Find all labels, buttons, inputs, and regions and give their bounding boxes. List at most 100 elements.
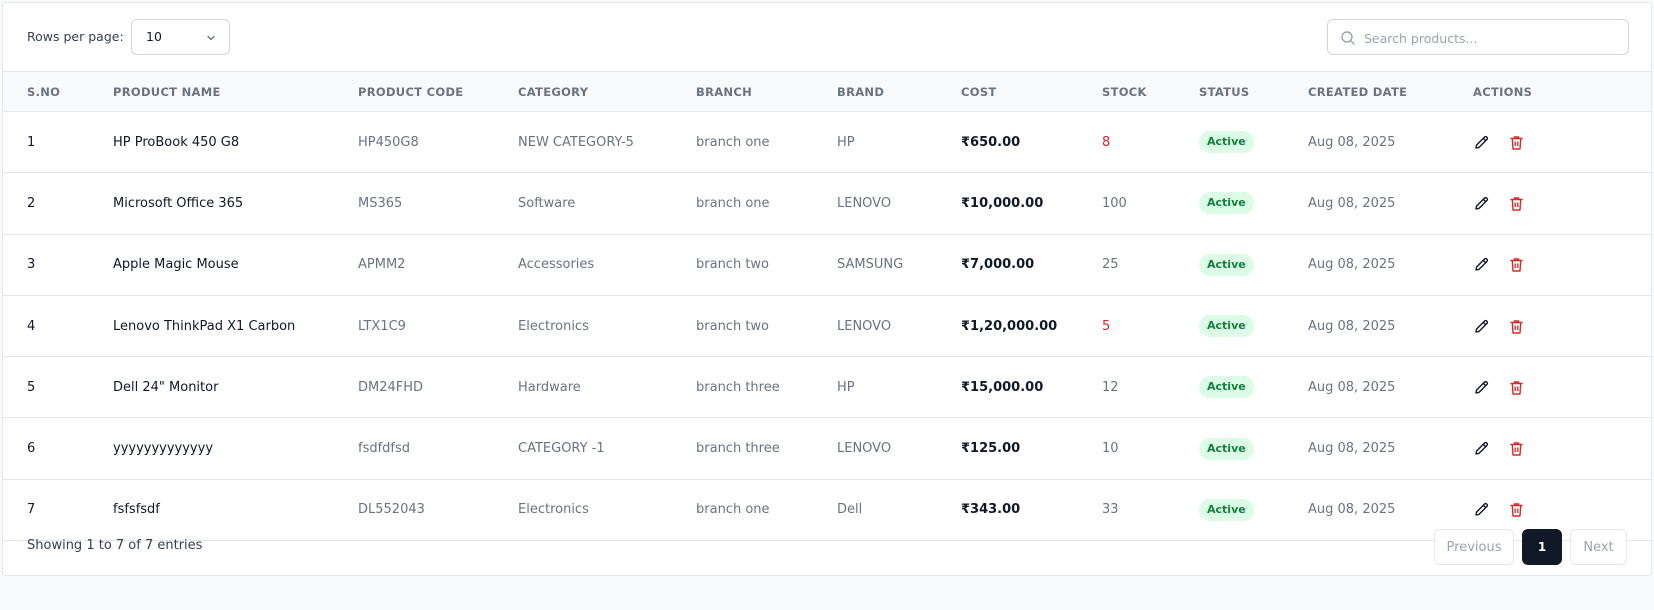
products-card: Rows per page: 10 S.NO PRODUCT NAME PR bbox=[2, 2, 1652, 576]
cell-stock: 8 bbox=[1102, 134, 1111, 150]
table-row: 6 yyyyyyyyyyyyy fsdfdfsd CATEGORY -1 branch … bbox=[3, 418, 1651, 480]
cell-created-date: Aug 08, 2025 bbox=[1308, 195, 1396, 211]
page-button-current[interactable]: 1 bbox=[1522, 529, 1562, 565]
trash-icon[interactable] bbox=[1508, 318, 1525, 335]
cell-cost: ₹7,000.00 bbox=[961, 257, 1035, 273]
cell-brand: SAMSUNG bbox=[837, 257, 904, 273]
chevron-down-icon bbox=[207, 35, 215, 41]
rows-per-page-select[interactable]: 10 bbox=[131, 19, 230, 55]
cell-stock: 5 bbox=[1102, 318, 1111, 334]
cell-product-name: Apple Magic Mouse bbox=[113, 257, 239, 273]
pencil-icon[interactable] bbox=[1473, 379, 1490, 396]
cell-created-date: Aug 08, 2025 bbox=[1308, 318, 1396, 334]
cell-cost: ₹10,000.00 bbox=[961, 195, 1044, 211]
previous-button[interactable]: Previous bbox=[1434, 529, 1514, 565]
trash-icon[interactable] bbox=[1508, 256, 1525, 273]
next-button[interactable]: Next bbox=[1570, 529, 1627, 565]
cell-branch: branch one bbox=[696, 134, 770, 150]
pencil-icon[interactable] bbox=[1473, 440, 1490, 457]
cell-branch: branch two bbox=[696, 318, 770, 334]
table-row: 4 Lenovo ThinkPad X1 Carbon LTX1C9 Electron… bbox=[3, 295, 1651, 357]
cell-actions bbox=[1449, 112, 1651, 173]
cell-created-date: Aug 08, 2025 bbox=[1308, 134, 1396, 150]
status-badge: Active bbox=[1199, 315, 1254, 338]
entries-summary: Showing 1 to 7 of 7 entries bbox=[27, 538, 203, 553]
cell-category: Software bbox=[518, 195, 576, 211]
cell-category: Hardware bbox=[518, 379, 581, 395]
cell-sno: 5 bbox=[27, 379, 36, 395]
column-header-created-date: CREATED DATE bbox=[1308, 84, 1408, 99]
cell-stock: 25 bbox=[1102, 257, 1119, 273]
search-box bbox=[1327, 19, 1629, 55]
cell-brand: LENOVO bbox=[837, 441, 892, 457]
products-table: S.NO PRODUCT NAME PRODUCT CODE CATEGORY … bbox=[3, 71, 1651, 541]
cell-brand: HP bbox=[837, 134, 855, 150]
cell-product-code: HP450G8 bbox=[358, 134, 419, 150]
cell-stock: 12 bbox=[1102, 379, 1119, 395]
cell-actions bbox=[1449, 357, 1651, 418]
column-header-status: STATUS bbox=[1199, 84, 1250, 99]
cell-product-code: fsdfdfsd bbox=[358, 441, 411, 457]
table-header-row: S.NO PRODUCT NAME PRODUCT CODE CATEGORY … bbox=[3, 71, 1651, 112]
cell-actions bbox=[1449, 234, 1651, 295]
cell-sno: 2 bbox=[27, 195, 36, 211]
cell-branch: branch three bbox=[696, 379, 780, 395]
cell-category: Electronics bbox=[518, 318, 589, 334]
column-header-product-code: PRODUCT CODE bbox=[358, 84, 464, 99]
trash-icon[interactable] bbox=[1508, 440, 1525, 457]
cell-branch: branch one bbox=[696, 195, 770, 211]
row-actions bbox=[1473, 195, 1651, 212]
cell-brand: HP bbox=[837, 379, 855, 395]
row-actions bbox=[1473, 379, 1651, 396]
cell-created-date: Aug 08, 2025 bbox=[1308, 379, 1396, 395]
cell-product-code: LTX1C9 bbox=[358, 318, 406, 334]
status-badge: Active bbox=[1199, 253, 1254, 276]
search-icon bbox=[1341, 31, 1355, 45]
cell-created-date: Aug 08, 2025 bbox=[1308, 257, 1396, 273]
status-badge: Active bbox=[1199, 131, 1254, 154]
pagination: Previous 1 Next bbox=[1434, 529, 1627, 565]
rows-per-page-value: 10 bbox=[146, 29, 162, 44]
trash-icon[interactable] bbox=[1508, 195, 1525, 212]
cell-product-code: APMM2 bbox=[358, 257, 406, 273]
cell-cost: ₹15,000.00 bbox=[961, 379, 1044, 395]
search-input[interactable] bbox=[1364, 27, 1619, 49]
column-header-actions: ACTIONS bbox=[1473, 84, 1533, 99]
table-toolbar: Rows per page: 10 bbox=[3, 3, 1651, 71]
cell-product-name: Microsoft Office 365 bbox=[113, 195, 244, 211]
column-header-product-name: PRODUCT NAME bbox=[113, 84, 221, 99]
pencil-icon[interactable] bbox=[1473, 256, 1490, 273]
cell-product-name: Dell 24" Monitor bbox=[113, 379, 219, 395]
cell-cost: ₹1,20,000.00 bbox=[961, 318, 1058, 334]
cell-sno: 1 bbox=[27, 134, 36, 150]
pencil-icon[interactable] bbox=[1473, 134, 1490, 151]
pencil-icon[interactable] bbox=[1473, 318, 1490, 335]
cell-actions bbox=[1449, 295, 1651, 356]
cell-status: Active bbox=[1175, 234, 1284, 295]
column-header-stock: STOCK bbox=[1102, 84, 1147, 99]
cell-brand: LENOVO bbox=[837, 318, 892, 334]
rows-per-page-label: Rows per page: bbox=[27, 29, 124, 44]
cell-brand: LENOVO bbox=[837, 195, 892, 211]
cell-stock: 10 bbox=[1102, 441, 1119, 457]
column-header-sno: S.NO bbox=[27, 84, 61, 99]
cell-status: Active bbox=[1175, 357, 1284, 418]
trash-icon[interactable] bbox=[1508, 134, 1525, 151]
row-actions bbox=[1473, 440, 1651, 457]
cell-status: Active bbox=[1175, 112, 1284, 173]
cell-stock: 100 bbox=[1102, 195, 1127, 211]
table-row: 1 HP ProBook 450 G8 HP450G8 NEW CATEGORY-5 b… bbox=[3, 112, 1651, 173]
status-badge: Active bbox=[1199, 376, 1254, 399]
cell-category: NEW CATEGORY-5 bbox=[518, 134, 634, 150]
trash-icon[interactable] bbox=[1508, 379, 1525, 396]
cell-cost: ₹650.00 bbox=[961, 134, 1021, 150]
cell-category: CATEGORY -1 bbox=[518, 441, 605, 457]
pencil-icon[interactable] bbox=[1473, 195, 1490, 212]
status-badge: Active bbox=[1199, 437, 1254, 460]
table-footer: Showing 1 to 7 of 7 entries Previous 1 N… bbox=[3, 510, 1651, 575]
cell-status: Active bbox=[1175, 295, 1284, 356]
cell-product-code: DM24FHD bbox=[358, 379, 424, 395]
cell-sno: 3 bbox=[27, 257, 36, 273]
cell-created-date: Aug 08, 2025 bbox=[1308, 441, 1396, 457]
cell-actions bbox=[1449, 418, 1651, 479]
